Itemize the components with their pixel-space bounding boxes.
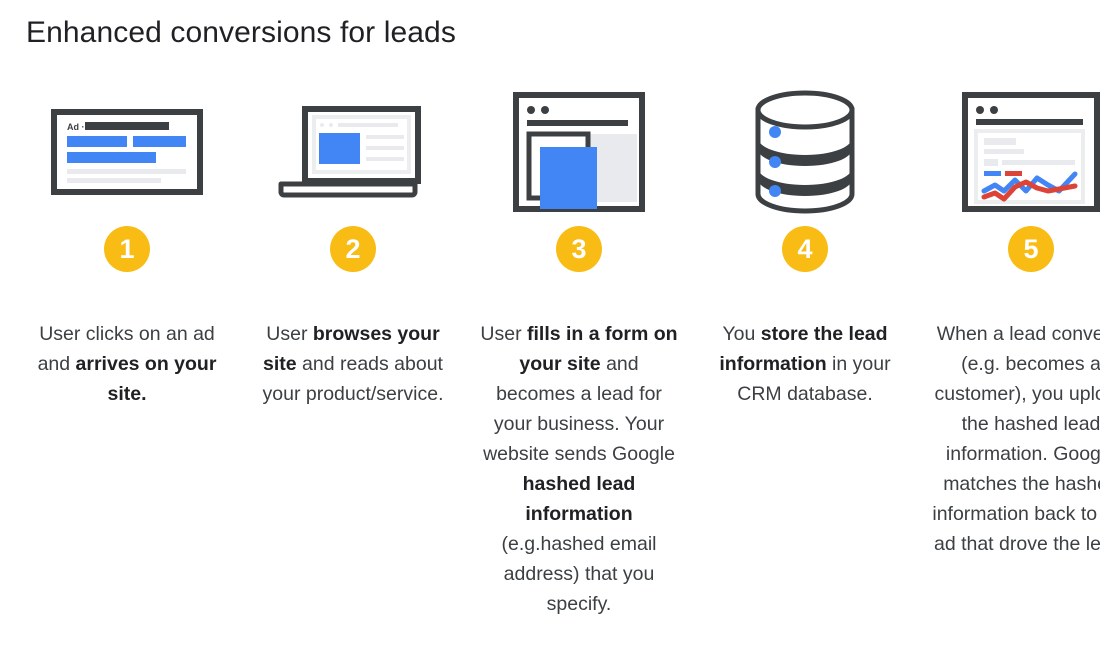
step-2-text: User browses your site and reads about y… <box>262 323 444 405</box>
steps-row: Ad · 1 User clicks on an ad and arrives … <box>0 82 1100 619</box>
step-3: 3 User fills in a form on your site and … <box>480 82 678 619</box>
step-3-icon-box <box>513 82 645 222</box>
step-2: 2 User browses your site and reads about… <box>254 82 452 409</box>
step-1-text: User clicks on an ad and arrives on your… <box>37 323 217 405</box>
step-5-icon-box <box>962 82 1100 222</box>
step-1-badge: 1 <box>104 226 150 272</box>
search-ad-result-icon: Ad · <box>51 109 203 195</box>
step-1-icon-box: Ad · <box>51 82 203 222</box>
form-submission-window-icon <box>513 92 645 212</box>
step-2-icon-box <box>278 82 428 222</box>
step-4-text: You store the lead information in your C… <box>719 323 891 405</box>
svg-text:Ad ·: Ad · <box>67 122 85 132</box>
step-4-icon-box <box>753 82 857 222</box>
step-3-text: User fills in a form on your site and be… <box>480 323 678 615</box>
database-icon <box>755 90 855 214</box>
step-5-badge: 5 <box>1008 226 1054 272</box>
step-4-badge: 4 <box>782 226 828 272</box>
step-3-badge: 3 <box>556 226 602 272</box>
step-2-badge: 2 <box>330 226 376 272</box>
page-title: Enhanced conversions for leads <box>26 16 456 49</box>
laptop-browsing-icon <box>278 106 421 198</box>
step-5-text: When a lead converts (e.g. becomes a cus… <box>932 323 1100 555</box>
step-1: Ad · 1 User clicks on an ad and arrives … <box>28 82 226 409</box>
analytics-chart-window-icon <box>962 92 1100 212</box>
step-5: 5 When a lead converts (e.g. becomes a c… <box>932 82 1100 559</box>
step-4: 4 You store the lead information in your… <box>706 82 904 409</box>
